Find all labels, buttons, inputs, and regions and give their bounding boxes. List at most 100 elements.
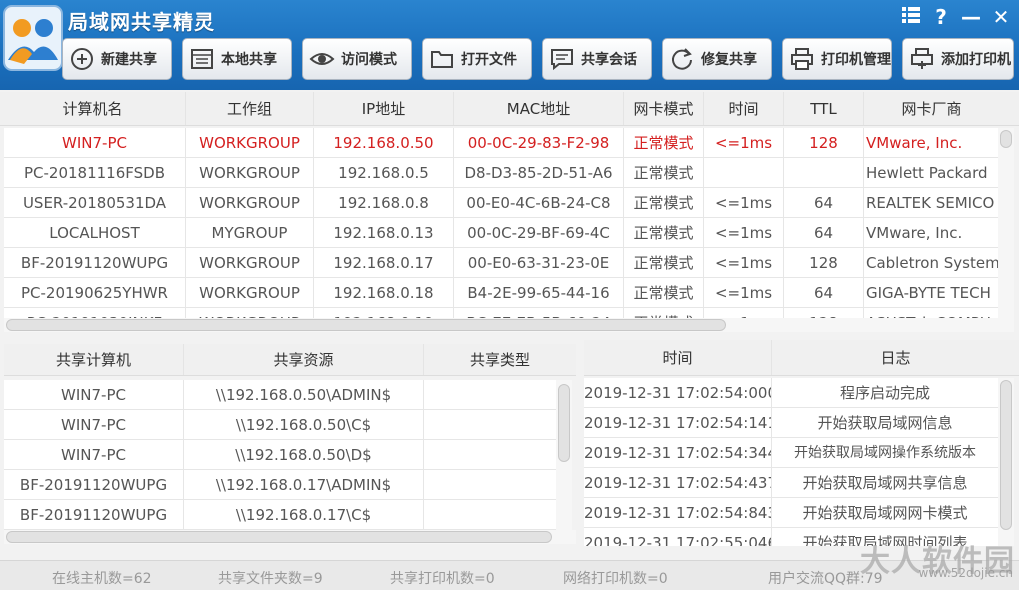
table-row[interactable]: PC-20190625YHWR WORKGROUP 192.168.0.18 B… (4, 278, 998, 308)
column-header[interactable]: IP地址 (314, 92, 454, 125)
share-table-vscroll[interactable] (556, 380, 572, 530)
open-file-button[interactable]: 打开文件 (422, 38, 532, 80)
computer-table-hscroll[interactable] (4, 318, 1014, 332)
cell-nic-mode: 正常模式 (624, 308, 704, 318)
share-table: WIN7-PC \\192.168.0.50\ADMIN$ WIN7-PC \\… (4, 380, 556, 530)
scroll-thumb[interactable] (1000, 130, 1012, 148)
minimize-button[interactable]: — (958, 4, 984, 30)
cell-computer-name: USER-20180531DA (4, 188, 186, 218)
cell-ttl: 64 (784, 278, 864, 308)
repair-share-button[interactable]: 修复共享 (662, 38, 772, 80)
share-table-hscroll[interactable] (4, 530, 576, 544)
printer-manage-button[interactable]: 打印机管理 (782, 38, 892, 80)
cell-share-resource: \\192.168.0.50\C$ (184, 410, 424, 440)
cell-mac: 00-0C-29-BF-69-4C (454, 218, 624, 248)
column-header[interactable]: 日志 (772, 340, 1019, 375)
table-row[interactable]: WIN7-PC \\192.168.0.50\C$ (4, 410, 556, 440)
table-row[interactable]: 2019-12-31 17:02:54:000 程序启动完成 (584, 378, 998, 408)
table-row[interactable]: PC-20181116FSDB WORKGROUP 192.168.0.5 D8… (4, 158, 998, 188)
cell-share-type (424, 500, 556, 530)
close-button[interactable]: ✕ (988, 4, 1014, 30)
column-header[interactable]: 共享资源 (184, 344, 424, 375)
column-header[interactable]: 工作组 (186, 92, 314, 125)
plus-circle-icon (69, 46, 95, 72)
cell-ip: 192.168.0.13 (314, 218, 454, 248)
cell-ttl: 64 (784, 218, 864, 248)
computer-table-vscroll[interactable] (998, 128, 1014, 318)
access-mode-button[interactable]: 访问模式 (302, 38, 412, 80)
cell-vendor: GIGA-BYTE TECH (866, 284, 991, 302)
table-row[interactable]: BF-20191120WUPG WORKGROUP 192.168.0.17 0… (4, 248, 998, 278)
add-printer-button[interactable]: 添加打印机 (902, 38, 1014, 80)
cell-log-time: 2019-12-31 17:02:55:046 (584, 528, 772, 546)
cell-share-computer: WIN7-PC (4, 380, 184, 410)
table-row[interactable]: 2019-12-31 17:02:54:843 开始获取局域网网卡模式 (584, 498, 998, 528)
table-row[interactable]: WIN7-PC \\192.168.0.50\D$ (4, 440, 556, 470)
cell-mac: BC-EE-7B-5B-60-24 (454, 308, 624, 318)
cell-log-message: 开始获取局域网信息 (817, 414, 953, 432)
share-table-header: 共享计算机 共享资源 共享类型 (4, 344, 576, 376)
column-header[interactable]: 网卡模式 (624, 92, 704, 125)
table-row[interactable]: WIN7-PC WORKGROUP 192.168.0.50 00-0C-29-… (4, 128, 998, 158)
column-header[interactable]: TTL (784, 92, 864, 125)
scroll-thumb[interactable] (6, 531, 552, 543)
cell-vendor: VMware, Inc. (866, 134, 963, 152)
app-title: 局域网共享精灵 (68, 10, 215, 34)
column-header[interactable]: 共享计算机 (4, 344, 184, 375)
status-online-hosts: 在线主机数=62 (52, 571, 152, 587)
table-row[interactable]: PC-20191030INKF WORKGROUP 192.168.0.19 B… (4, 308, 998, 318)
local-share-button[interactable]: 本地共享 (182, 38, 292, 80)
toolbar-label: 打开文件 (461, 52, 517, 68)
cell-workgroup: WORKGROUP (186, 128, 314, 158)
new-share-button[interactable]: 新建共享 (62, 38, 172, 80)
printer-icon (789, 46, 815, 72)
scroll-thumb[interactable] (6, 319, 726, 331)
column-header[interactable]: 计算机名 (0, 92, 186, 125)
table-row[interactable]: 2019-12-31 17:02:54:141 开始获取局域网信息 (584, 408, 998, 438)
table-row[interactable]: WIN7-PC \\192.168.0.50\ADMIN$ (4, 380, 556, 410)
share-session-button[interactable]: 共享会话 (542, 38, 652, 80)
column-header[interactable]: 时间 (584, 340, 772, 375)
table-row[interactable]: BF-20191120WUPG \\192.168.0.17\ADMIN$ (4, 470, 556, 500)
cell-share-resource: \\192.168.0.50\ADMIN$ (184, 380, 424, 410)
table-row[interactable]: 2019-12-31 17:02:54:344 开始获取局域网操作系统版本 (584, 438, 998, 468)
cell-log-message: 开始获取局域网网卡模式 (802, 504, 968, 522)
table-row[interactable]: LOCALHOST MYGROUP 192.168.0.13 00-0C-29-… (4, 218, 998, 248)
cell-vendor: VMware, Inc. (866, 224, 963, 242)
list-menu-icon[interactable] (898, 4, 924, 30)
cell-ttl: 128 (784, 128, 864, 158)
column-header[interactable]: 共享类型 (424, 344, 576, 375)
scroll-thumb[interactable] (558, 384, 570, 462)
cell-time: <=1ms (704, 188, 784, 218)
cell-mac: D8-D3-85-2D-51-A6 (454, 158, 624, 188)
cell-ttl (784, 158, 864, 188)
cell-workgroup: WORKGROUP (186, 278, 314, 308)
cell-share-computer: BF-20191120WUPG (4, 470, 184, 500)
cell-nic-mode: 正常模式 (624, 218, 704, 248)
table-row[interactable]: 2019-12-31 17:02:54:437 开始获取局域网共享信息 (584, 468, 998, 498)
cell-log-message: 开始获取局域网操作系统版本 (794, 445, 976, 461)
cell-vendor: REALTEK SEMICO (866, 194, 995, 212)
toolbar-label: 共享会话 (581, 52, 637, 68)
log-table-vscroll[interactable] (998, 378, 1014, 546)
table-row[interactable]: BF-20191120WUPG \\192.168.0.17\C$ (4, 500, 556, 530)
scroll-thumb[interactable] (1000, 380, 1012, 530)
title-bar: 局域网共享精灵 ? — ✕ 新建共享 本地共享 访问模式 打开文件 共享会话 修… (0, 0, 1019, 90)
cell-time: <=1ms (704, 278, 784, 308)
cell-computer-name: PC-20191030INKF (4, 308, 186, 318)
column-header[interactable]: 时间 (704, 92, 784, 125)
cell-share-computer: BF-20191120WUPG (4, 500, 184, 530)
column-header[interactable]: MAC地址 (454, 92, 624, 125)
cell-share-resource: \\192.168.0.50\D$ (184, 440, 424, 470)
app-logo-icon (3, 5, 63, 71)
cell-log-message: 程序启动完成 (839, 384, 930, 402)
table-row[interactable]: USER-20180531DA WORKGROUP 192.168.0.8 00… (4, 188, 998, 218)
cell-workgroup: WORKGROUP (186, 188, 314, 218)
column-header[interactable]: 网卡厂商 (864, 92, 999, 125)
help-button[interactable]: ? (928, 4, 954, 30)
computer-table: WIN7-PC WORKGROUP 192.168.0.50 00-0C-29-… (4, 128, 998, 318)
cell-workgroup: WORKGROUP (186, 158, 314, 188)
cell-ip: 192.168.0.8 (314, 188, 454, 218)
cell-share-resource: \\192.168.0.17\ADMIN$ (184, 470, 424, 500)
cell-computer-name: PC-20190625YHWR (4, 278, 186, 308)
